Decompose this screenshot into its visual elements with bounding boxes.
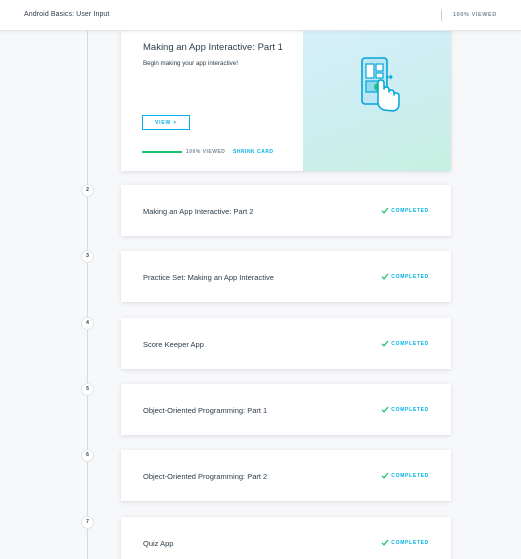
step-number: 2	[81, 184, 94, 197]
lesson-illustration	[303, 20, 451, 171]
completed-label: COMPLETED	[391, 406, 429, 413]
phone-touch-icon	[361, 57, 400, 112]
lesson-progress-fill	[142, 151, 182, 153]
lesson-title: Object-Oriented Programming: Part 1	[143, 406, 268, 415]
step-number: 7	[81, 516, 94, 529]
lesson-status: COMPLETED	[381, 273, 429, 280]
step-number: 4	[81, 317, 94, 330]
lesson-status: COMPLETED	[381, 472, 429, 479]
lesson-status: COMPLETED	[381, 207, 429, 214]
completed-label: COMPLETED	[391, 539, 429, 546]
completed-label: COMPLETED	[391, 273, 429, 280]
lesson-title: Making an App Interactive: Part 2	[143, 207, 254, 216]
step-number: 6	[81, 449, 94, 462]
lesson-progress-bar	[142, 151, 182, 153]
header-divider	[441, 10, 442, 21]
lesson-viewed-text: 100% VIEWED	[186, 149, 226, 155]
step-number: 5	[81, 383, 94, 396]
current-lesson-subtitle: Begin making your app interactive!	[143, 60, 238, 67]
check-icon	[381, 273, 389, 280]
lesson-card[interactable]: Object-Oriented Programming: Part 2 COMPL…	[121, 450, 451, 501]
timeline-line	[87, 31, 88, 559]
step-number: 3	[81, 250, 94, 263]
lesson-card[interactable]: Quiz App COMPLETED	[121, 517, 451, 559]
check-icon	[381, 472, 389, 479]
course-title[interactable]: Android Basics: User Input	[24, 11, 109, 18]
completed-label: COMPLETED	[391, 207, 429, 214]
course-progress-text: 100% VIEWED	[453, 12, 497, 18]
check-icon	[381, 340, 389, 347]
check-icon	[381, 207, 389, 214]
lesson-card[interactable]: Practice Set: Making an App Interactive C…	[121, 251, 451, 302]
current-lesson-card: Making an App Interactive: Part 1 Begin …	[121, 20, 451, 171]
completed-label: COMPLETED	[391, 340, 429, 347]
lesson-title: Quiz App	[143, 539, 174, 548]
check-icon	[381, 539, 389, 546]
completed-label: COMPLETED	[391, 472, 429, 479]
lesson-status: COMPLETED	[381, 340, 429, 347]
lesson-card[interactable]: Making an App Interactive: Part 2 COMPLET…	[121, 185, 451, 236]
top-bar: Android Basics: User Input 100% VIEWED	[0, 0, 521, 31]
lesson-card[interactable]: Object-Oriented Programming: Part 1 COMPL…	[121, 384, 451, 435]
lesson-title: Practice Set: Making an App Interactive	[143, 273, 274, 282]
check-icon	[381, 406, 389, 413]
lesson-title: Score Keeper App	[143, 340, 204, 349]
lesson-status: COMPLETED	[381, 406, 429, 413]
shrink-card-button[interactable]: SHRINK CARD	[233, 149, 274, 155]
lesson-title: Object-Oriented Programming: Part 2	[143, 472, 268, 481]
current-lesson-details: Making an App Interactive: Part 1 Begin …	[121, 20, 303, 171]
current-lesson-title: Making an App Interactive: Part 1	[143, 42, 283, 53]
lesson-status: COMPLETED	[381, 539, 429, 546]
view-button[interactable]: VIEW >	[142, 115, 190, 130]
lesson-card[interactable]: Score Keeper App COMPLETED	[121, 318, 451, 369]
